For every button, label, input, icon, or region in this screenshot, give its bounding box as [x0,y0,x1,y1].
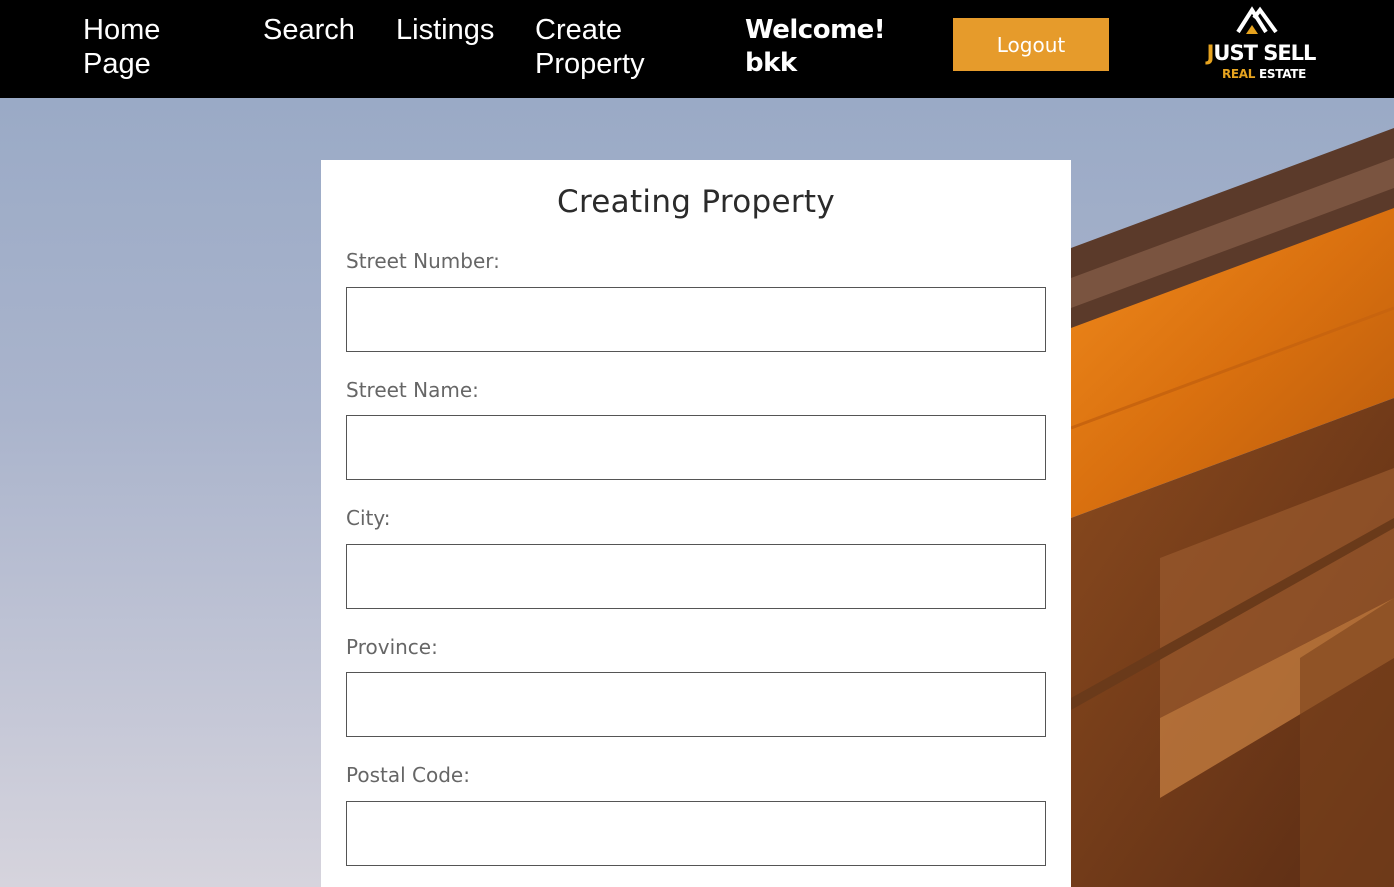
city-label: City: [346,506,391,530]
nav-create-line1: Create [535,14,623,46]
create-property-form: Creating Property Street Number: Street … [321,160,1071,887]
nav-home-line2: Page [83,48,151,80]
province-label: Province: [346,635,438,659]
form-title: Creating Property [557,184,835,220]
street-number-label: Street Number: [346,249,500,273]
nav-home-link[interactable]: Home Page [83,13,160,81]
logo-tagline: REAL ESTATE [1221,67,1307,81]
postal-code-label: Postal Code: [346,763,470,787]
just-sell-logo[interactable]: JUST SELL REAL ESTATE [1200,4,1320,84]
top-navbar: Home Page Search Listings Create Propert… [0,0,1394,98]
roof-logo-icon [1236,6,1278,34]
street-number-input[interactable] [346,287,1046,352]
welcome-user: Welcome! bkk [745,14,886,80]
nav-search-link[interactable]: Search [263,13,355,47]
province-input[interactable] [346,672,1046,737]
nav-create-property-link[interactable]: Create Property [535,13,645,81]
nav-home-line1: Home [83,14,161,46]
username: bkk [745,48,797,78]
city-input[interactable] [346,544,1046,609]
logout-button[interactable]: Logout [953,18,1109,71]
nav-listings-link[interactable]: Listings [396,13,494,47]
logo-wordmark: JUST SELL [1206,41,1317,65]
welcome-text: Welcome! [745,15,886,45]
nav-create-line2: Property [535,48,645,80]
street-name-input[interactable] [346,415,1046,480]
street-name-label: Street Name: [346,378,479,402]
postal-code-input[interactable] [346,801,1046,866]
